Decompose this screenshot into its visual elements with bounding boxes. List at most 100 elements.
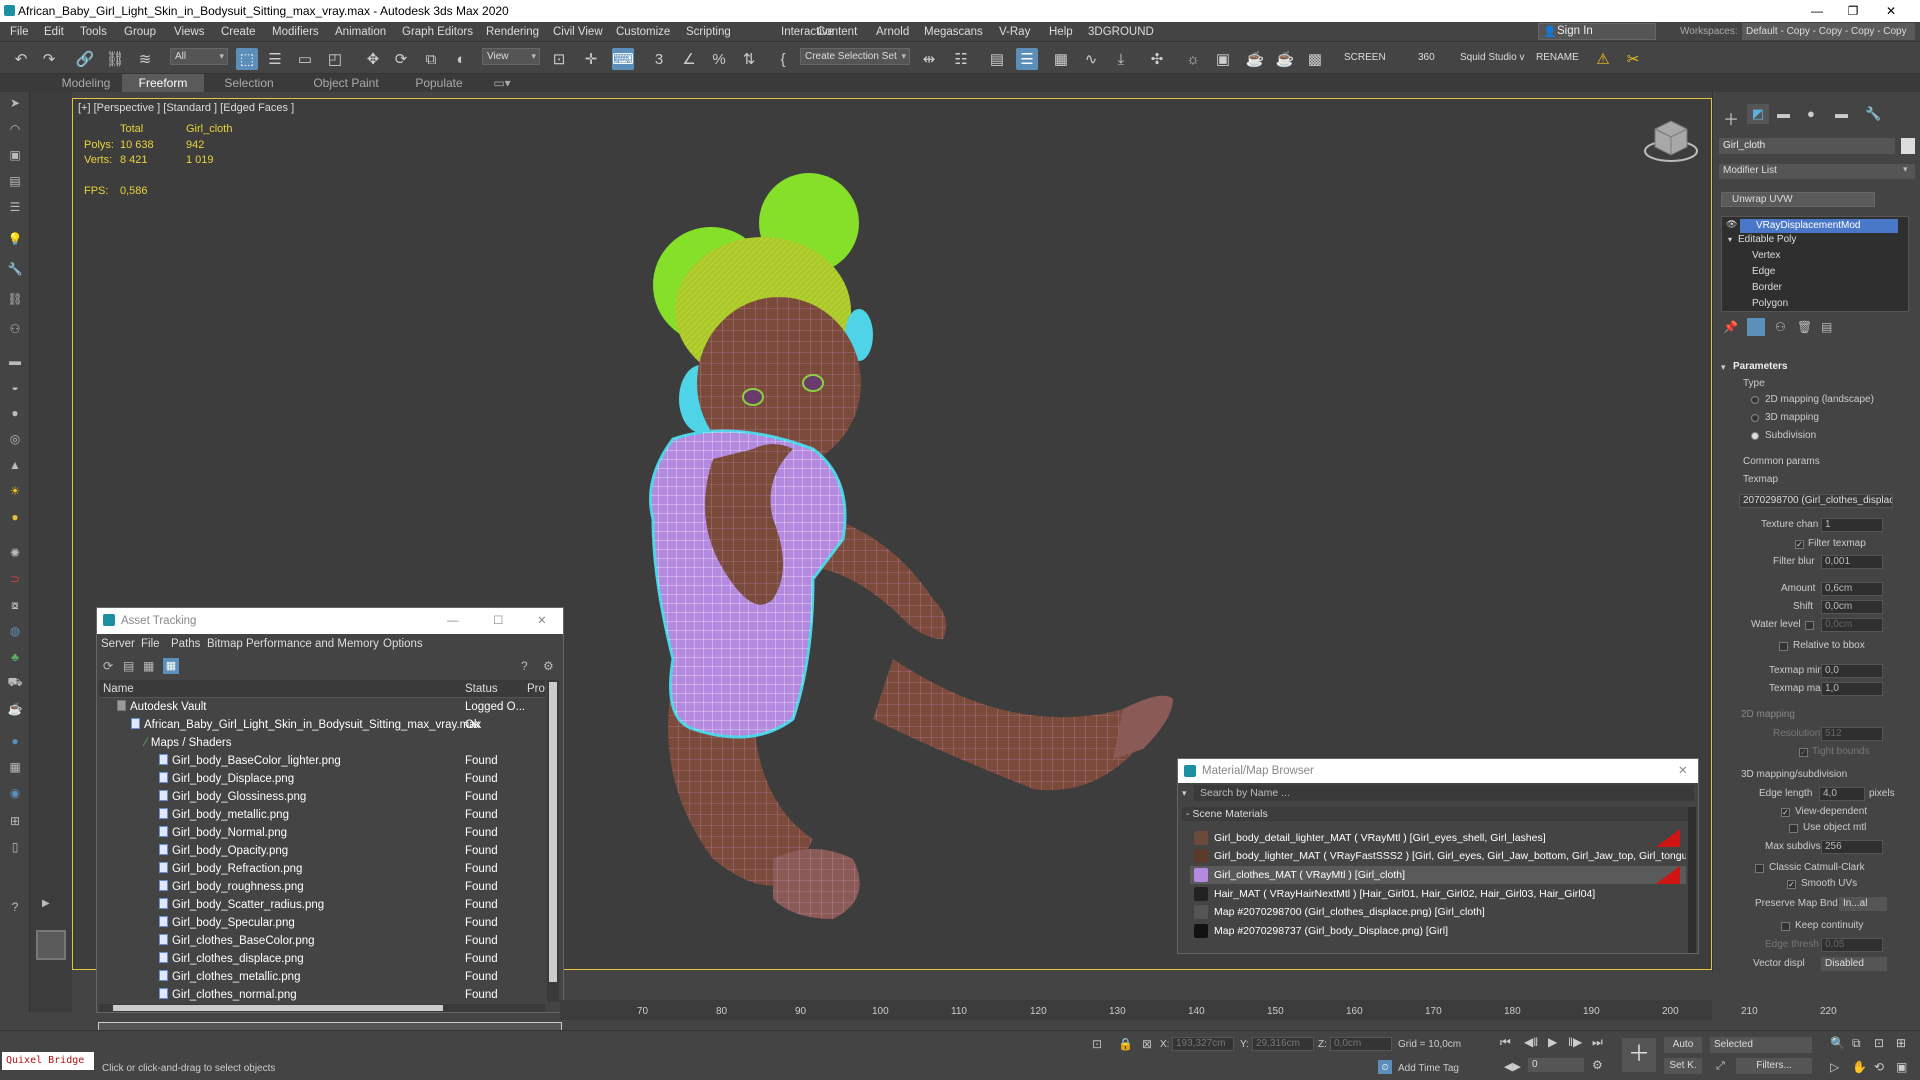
tab-modeling[interactable]: Modeling: [50, 74, 122, 92]
magnet-icon[interactable]: ⊃: [6, 570, 24, 588]
asset-row[interactable]: Girl_clothes_displace.png Found: [99, 950, 545, 968]
pin-stack-icon[interactable]: 📌: [1723, 320, 1738, 334]
play-icon[interactable]: ▶: [1548, 1035, 1557, 1049]
close-button[interactable]: ✕: [1874, 0, 1908, 22]
ribbon-options-icon[interactable]: ▭▾: [488, 74, 516, 92]
keep-continuity-checkbox[interactable]: [1781, 922, 1790, 931]
key-filter-icon[interactable]: ⤢: [1716, 1060, 1725, 1073]
asset-row[interactable]: Autodesk Vault Logged O...: [99, 698, 545, 716]
menu-animation[interactable]: Animation: [335, 22, 386, 42]
make-unique-icon[interactable]: ⚇: [1775, 320, 1786, 334]
vector-displ-dropdown[interactable]: Disabled: [1821, 957, 1887, 971]
edit-named-sets-icon[interactable]: {: [772, 48, 794, 70]
sun-icon[interactable]: ☀: [6, 482, 24, 500]
current-frame-spinner[interactable]: 0: [1528, 1058, 1584, 1072]
stack-item-vray-displacement[interactable]: VRayDisplacementMod: [1740, 219, 1898, 233]
list-icon[interactable]: ☰: [6, 198, 24, 216]
tab-populate[interactable]: Populate: [400, 74, 478, 92]
timeline-ruler[interactable]: [560, 1000, 1712, 1020]
y-coordinate-field[interactable]: 29,316cm: [1252, 1037, 1314, 1051]
torus-icon[interactable]: ◎: [6, 430, 24, 448]
search-options-icon[interactable]: ▾: [1182, 788, 1187, 799]
rect-selection-icon[interactable]: ▭: [294, 48, 316, 70]
viewcube[interactable]: [1644, 120, 1698, 162]
menu-help[interactable]: Help: [1049, 22, 1073, 42]
max-subdivs-spinner[interactable]: 256: [1821, 840, 1883, 854]
render-setup-icon[interactable]: ☼: [1182, 48, 1204, 70]
asset-maximize-button[interactable]: ☐: [493, 608, 503, 634]
bulb-icon[interactable]: ●: [6, 508, 24, 526]
workspace-dropdown[interactable]: Default - Copy - Copy - Copy - Copy: [1742, 23, 1915, 40]
type-subdivision-radio[interactable]: [1751, 432, 1759, 440]
material-browser-titlebar[interactable]: Material/Map Browser ✕: [1178, 759, 1698, 783]
grid-view-icon[interactable]: ▦: [163, 658, 179, 674]
teapot-icon[interactable]: ☕: [6, 700, 24, 718]
material-row[interactable]: Girl_clothes_MAT ( VRayMtl ) [Girl_cloth…: [1190, 866, 1686, 884]
maximize-viewport-icon[interactable]: ▣: [1896, 1060, 1907, 1074]
warning-icon[interactable]: ⚠: [1592, 48, 1614, 70]
next-frame-icon[interactable]: ‖▶: [1568, 1035, 1582, 1049]
texmap-button[interactable]: 2070298700 (Girl_clothes_displac: [1739, 494, 1893, 508]
menu-tools[interactable]: Tools: [80, 22, 107, 42]
remove-modifier-icon[interactable]: 🗑: [1797, 320, 1812, 334]
object-color-swatch[interactable]: [1901, 138, 1915, 154]
modifier-list-dropdown[interactable]: Modifier List: [1719, 164, 1915, 179]
asset-hscroll-thumb[interactable]: [113, 1005, 443, 1011]
asset-row[interactable]: Girl_clothes_normal.png Found: [99, 986, 545, 1004]
stack-item-editable-poly[interactable]: Editable Poly: [1738, 234, 1796, 245]
lasso-icon[interactable]: ◠: [6, 120, 24, 138]
screen-label[interactable]: SCREEN: [1344, 52, 1386, 63]
asset-row[interactable]: Girl_body_roughness.png Found: [99, 878, 545, 896]
show-end-result-icon[interactable]: [1747, 318, 1765, 336]
asset-minimize-button[interactable]: —: [447, 608, 459, 634]
unwrap-uvw-button[interactable]: Unwrap UVW: [1721, 192, 1875, 207]
filters-button[interactable]: Filters...: [1736, 1058, 1812, 1074]
stack-item-polygon[interactable]: Polygon: [1752, 298, 1788, 309]
particle-icon[interactable]: ✺: [6, 544, 24, 562]
key-filter-dropdown[interactable]: Selected: [1710, 1037, 1812, 1053]
material-row[interactable]: Hair_MAT ( VRayHairNextMtl ) [Hair_Girl0…: [1190, 885, 1686, 903]
time-tag-icon[interactable]: ⏲: [1378, 1060, 1392, 1074]
asset-row[interactable]: Girl_body_Specular.png Found: [99, 914, 545, 932]
value-360[interactable]: 360: [1418, 52, 1435, 63]
preserve-map-dropdown[interactable]: In...al: [1839, 897, 1887, 911]
ribbon-toggle-icon[interactable]: ▦: [1050, 48, 1072, 70]
explorer-icon[interactable]: ▤: [6, 172, 24, 190]
display-tab-icon[interactable]: ▬: [1835, 106, 1848, 121]
paint-select-icon[interactable]: ▣: [6, 146, 24, 164]
stack-item-vertex[interactable]: Vertex: [1752, 250, 1780, 261]
menu-graph-editors[interactable]: Graph Editors: [402, 22, 473, 42]
expand-arrow-icon[interactable]: ▶: [42, 898, 50, 909]
edge-thresh-spinner[interactable]: 0,05: [1821, 938, 1883, 952]
rotate-icon[interactable]: ⟳: [390, 48, 412, 70]
globe-icon[interactable]: ◍: [6, 622, 24, 640]
tight-bounds-checkbox[interactable]: ✓: [1799, 748, 1808, 757]
window-crossing-icon[interactable]: ◰: [324, 48, 346, 70]
select-object-icon[interactable]: ⬚: [236, 48, 258, 70]
menu-views[interactable]: Views: [174, 22, 204, 42]
menu-create[interactable]: Create: [221, 22, 256, 42]
chain-icon[interactable]: ⛓: [6, 290, 24, 308]
configure-sets-icon[interactable]: ▤: [1821, 320, 1832, 334]
undo-icon[interactable]: ↶: [10, 48, 32, 70]
scissors-icon[interactable]: ✂: [1622, 48, 1644, 70]
asset-row[interactable]: Girl_body_Scatter_radius.png Found: [99, 896, 545, 914]
material-search-input[interactable]: Search by Name ...: [1194, 785, 1694, 801]
material-row[interactable]: Map #2070298737 (Girl_body_Displace.png)…: [1190, 922, 1686, 940]
menu-scripting[interactable]: Scripting: [686, 22, 731, 42]
water-level-spinner[interactable]: 0,0cm: [1821, 618, 1883, 632]
relative-bbox-checkbox[interactable]: [1779, 642, 1788, 651]
shift-spinner[interactable]: 0,0cm: [1821, 600, 1883, 614]
asset-settings-icon[interactable]: ⚙: [543, 659, 554, 673]
tab-freeform[interactable]: Freeform: [122, 74, 204, 92]
material-row[interactable]: Girl_body_detail_lighter_MAT ( VRayMtl )…: [1190, 829, 1686, 847]
lock-icon[interactable]: 🔒: [1118, 1037, 1133, 1051]
render-production-icon[interactable]: ☕: [1244, 48, 1266, 70]
smooth-uvs-checkbox[interactable]: ✓: [1787, 880, 1796, 889]
render-sphere-icon[interactable]: ●: [6, 732, 24, 750]
set-key-button[interactable]: Set K.: [1664, 1058, 1702, 1074]
curve-editor-icon[interactable]: ∿: [1080, 48, 1102, 70]
stack-item-edge[interactable]: Edge: [1752, 266, 1775, 277]
motion-tab-icon[interactable]: ●: [1807, 106, 1815, 121]
link-icon[interactable]: 🔗: [74, 48, 96, 70]
